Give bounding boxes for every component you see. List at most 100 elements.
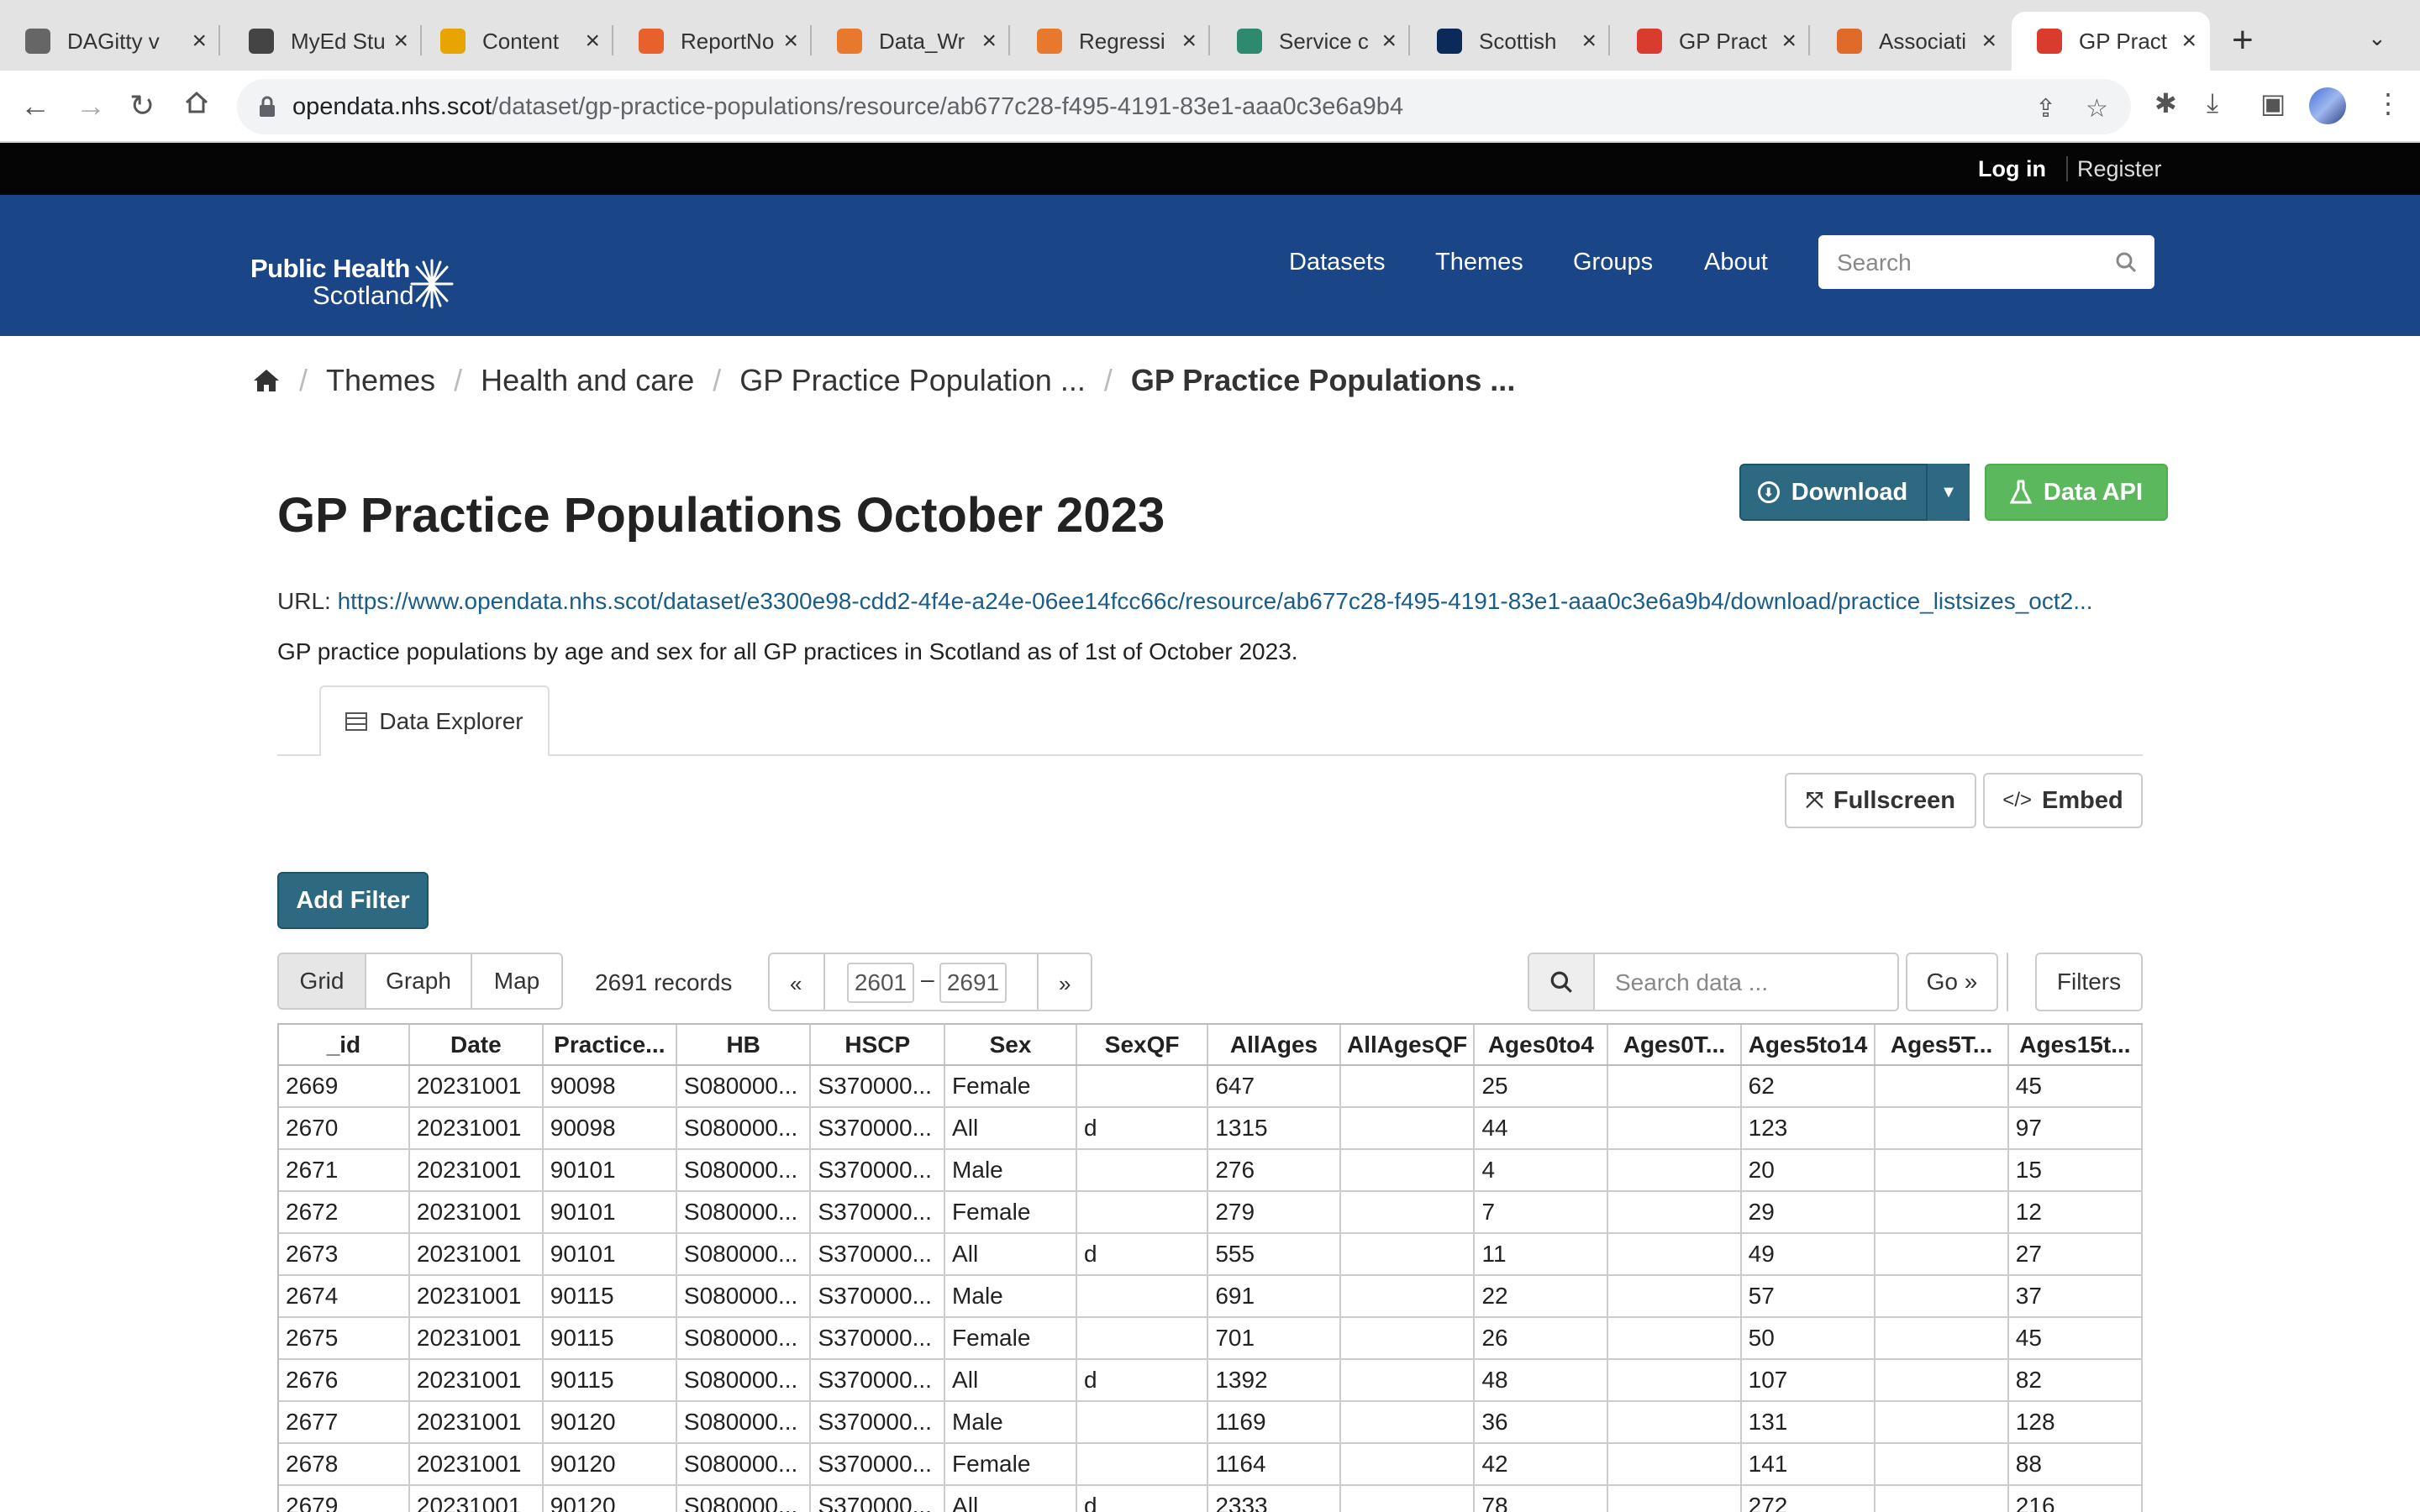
table-row[interactable]: 2676 20231001 90115 S080000... S370000... All… xyxy=(279,1359,2143,1402)
tab-close-icon[interactable]: × xyxy=(783,27,798,55)
table-cell[interactable]: 20231001 xyxy=(408,1275,544,1318)
table-cell[interactable]: 36 xyxy=(1474,1401,1609,1444)
table-cell[interactable]: 20231001 xyxy=(408,1359,544,1402)
table-cell[interactable]: d xyxy=(1076,1107,1209,1150)
table-cell[interactable]: All xyxy=(944,1359,1077,1402)
table-cell[interactable]: 48 xyxy=(1474,1359,1609,1402)
table-cell[interactable] xyxy=(1339,1359,1476,1402)
table-cell[interactable]: d xyxy=(1076,1485,1209,1512)
table-cell[interactable] xyxy=(1076,1317,1209,1360)
table-cell[interactable]: 82 xyxy=(2007,1359,2143,1402)
tab-close-icon[interactable]: × xyxy=(1981,27,1996,55)
table-cell[interactable]: Male xyxy=(944,1401,1077,1444)
table-cell[interactable]: 88 xyxy=(2007,1443,2143,1486)
table-cell[interactable]: S080000... xyxy=(676,1443,812,1486)
table-cell[interactable]: 78 xyxy=(1474,1485,1609,1512)
view-map-button[interactable]: Map xyxy=(471,953,563,1010)
table-cell[interactable]: 555 xyxy=(1207,1233,1341,1276)
column-header[interactable]: Ages0T... xyxy=(1607,1025,1742,1066)
table-cell[interactable]: 7 xyxy=(1474,1191,1609,1234)
table-cell[interactable]: 691 xyxy=(1207,1275,1341,1318)
site-search-input[interactable]: Search xyxy=(1818,235,2154,289)
nav-about[interactable]: About xyxy=(1704,249,1768,276)
table-cell[interactable]: S370000... xyxy=(810,1191,946,1234)
table-cell[interactable]: 22 xyxy=(1474,1275,1609,1318)
reload-icon[interactable]: ↻ xyxy=(129,87,155,124)
column-header[interactable]: Ages0to4 xyxy=(1474,1025,1609,1066)
table-cell[interactable] xyxy=(1339,1191,1476,1234)
table-cell[interactable]: 2673 xyxy=(279,1233,410,1276)
column-header[interactable]: Date xyxy=(408,1025,544,1066)
table-cell[interactable]: 90098 xyxy=(542,1065,677,1108)
table-cell[interactable]: 2672 xyxy=(279,1191,410,1234)
table-cell[interactable]: 1392 xyxy=(1207,1359,1341,1402)
tab-data-explorer[interactable]: Data Explorer xyxy=(319,685,550,756)
column-header[interactable]: Practice... xyxy=(542,1025,677,1066)
breadcrumb-health-and-care[interactable]: Health and care xyxy=(481,363,694,398)
table-cell[interactable] xyxy=(1076,1191,1209,1234)
table-cell[interactable]: 20231001 xyxy=(408,1233,544,1276)
table-cell[interactable] xyxy=(1339,1107,1476,1150)
browser-tab[interactable]: Regressi × xyxy=(1012,12,1210,71)
table-cell[interactable] xyxy=(1875,1485,2009,1512)
table-cell[interactable]: S370000... xyxy=(810,1149,946,1192)
table-cell[interactable] xyxy=(1339,1275,1476,1318)
next-page-button[interactable]: » xyxy=(1059,971,1071,997)
view-grid-button[interactable]: Grid xyxy=(277,953,366,1010)
table-row[interactable]: 2679 20231001 90120 S080000... S370000... All… xyxy=(279,1485,2143,1512)
column-header[interactable]: HSCP xyxy=(810,1025,946,1066)
table-cell[interactable] xyxy=(1607,1233,1742,1276)
table-row[interactable]: 2673 20231001 90101 S080000... S370000... All… xyxy=(279,1233,2143,1276)
table-cell[interactable]: 11 xyxy=(1474,1233,1609,1276)
table-cell[interactable] xyxy=(1607,1485,1742,1512)
table-cell[interactable]: S080000... xyxy=(676,1401,812,1444)
browser-tab[interactable]: Service c × xyxy=(1212,12,1410,71)
table-cell[interactable]: 107 xyxy=(1740,1359,1876,1402)
table-row[interactable]: 2678 20231001 90120 S080000... S370000... Fem… xyxy=(279,1443,2143,1486)
table-cell[interactable]: S370000... xyxy=(810,1401,946,1444)
prev-page-button[interactable]: « xyxy=(790,971,802,997)
table-cell[interactable] xyxy=(1875,1317,2009,1360)
table-cell[interactable]: Female xyxy=(944,1317,1077,1360)
table-cell[interactable] xyxy=(1339,1317,1476,1360)
nav-themes[interactable]: Themes xyxy=(1435,249,1523,276)
tab-close-icon[interactable]: × xyxy=(393,27,408,55)
public-health-scotland-logo[interactable]: Public Health Scotland xyxy=(250,228,469,310)
table-cell[interactable] xyxy=(1607,1065,1742,1108)
table-cell[interactable] xyxy=(1339,1065,1476,1108)
forward-icon[interactable]: → xyxy=(76,87,106,124)
table-cell[interactable] xyxy=(1339,1485,1476,1512)
table-cell[interactable]: S370000... xyxy=(810,1275,946,1318)
tab-close-icon[interactable]: × xyxy=(1581,27,1597,55)
column-header[interactable]: Ages5T... xyxy=(1875,1025,2009,1066)
table-cell[interactable]: 29 xyxy=(1740,1191,1876,1234)
tab-close-icon[interactable]: × xyxy=(1781,27,1797,55)
table-cell[interactable] xyxy=(1875,1107,2009,1150)
table-cell[interactable] xyxy=(1607,1107,1742,1150)
table-cell[interactable]: S370000... xyxy=(810,1107,946,1150)
table-cell[interactable]: 1164 xyxy=(1207,1443,1341,1486)
table-cell[interactable]: 90098 xyxy=(542,1107,677,1150)
lock-icon[interactable] xyxy=(257,96,277,118)
table-cell[interactable]: 276 xyxy=(1207,1149,1341,1192)
table-cell[interactable] xyxy=(1875,1275,2009,1318)
table-cell[interactable]: S370000... xyxy=(810,1359,946,1402)
table-cell[interactable]: S080000... xyxy=(676,1107,812,1150)
table-cell[interactable]: 27 xyxy=(2007,1233,2143,1276)
table-cell[interactable]: 2679 xyxy=(279,1485,410,1512)
table-cell[interactable]: 90120 xyxy=(542,1485,677,1512)
browser-tab[interactable]: MyEd Stu × xyxy=(224,12,422,71)
data-api-button[interactable]: Data API xyxy=(1985,464,2168,521)
table-row[interactable]: 2674 20231001 90115 S080000... S370000... Mal… xyxy=(279,1275,2143,1318)
table-cell[interactable]: Male xyxy=(944,1275,1077,1318)
data-grid[interactable]: _id Date Practice... HB HSCP Sex SexQF AllAges A… xyxy=(277,1023,2143,1512)
breadcrumb-dataset[interactable]: GP Practice Population ... xyxy=(739,363,1086,398)
table-cell[interactable]: 2671 xyxy=(279,1149,410,1192)
table-cell[interactable]: 42 xyxy=(1474,1443,1609,1486)
home-icon[interactable] xyxy=(252,368,281,393)
table-cell[interactable]: S370000... xyxy=(810,1233,946,1276)
table-cell[interactable] xyxy=(1076,1149,1209,1192)
table-cell[interactable]: S370000... xyxy=(810,1443,946,1486)
table-cell[interactable]: 272 xyxy=(1740,1485,1876,1512)
table-cell[interactable]: S080000... xyxy=(676,1317,812,1360)
